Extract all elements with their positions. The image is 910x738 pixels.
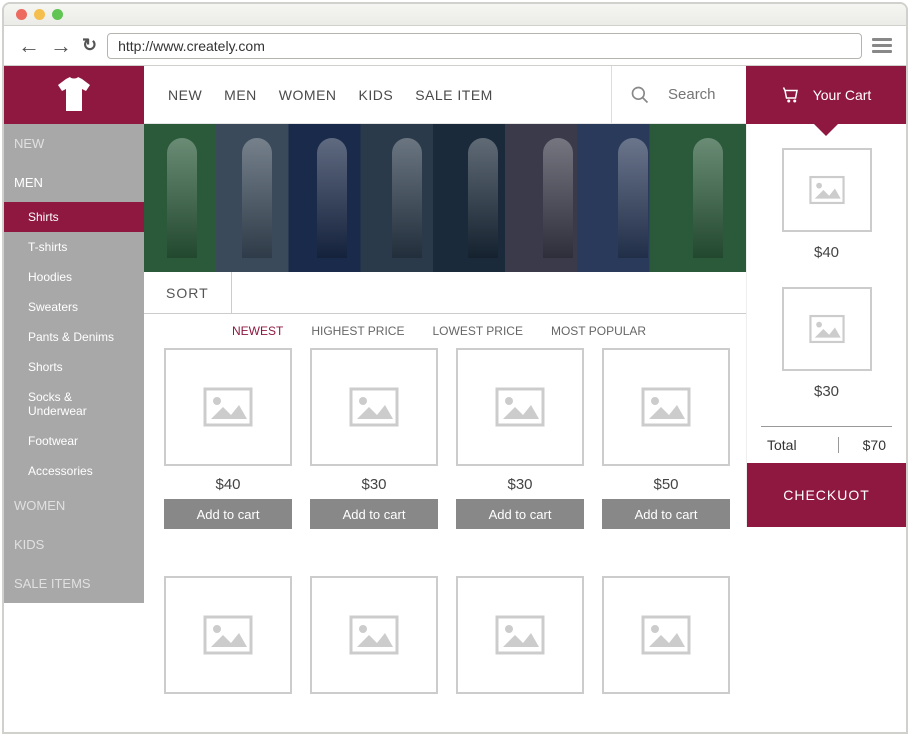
forward-button[interactable]: → [50, 33, 72, 59]
product-card: $50 Add to cart [602, 348, 730, 558]
nav-women[interactable]: WOMEN [279, 87, 337, 103]
cart-item-image[interactable] [782, 287, 872, 371]
cart-pointer [814, 124, 838, 136]
cart-item-image[interactable] [782, 148, 872, 232]
sidebar-item-kids[interactable]: KIDS [4, 525, 144, 564]
cart-item-price: $30 [814, 383, 839, 400]
back-button[interactable]: ← [18, 33, 40, 59]
image-placeholder-icon [641, 387, 691, 427]
product-card: $30 Add to cart [310, 348, 438, 558]
sidebar-submenu: Shirts T-shirts Hoodies Sweaters Pants &… [4, 202, 144, 486]
sidebar-sub-footwear[interactable]: Footwear [4, 426, 144, 456]
sidebar-item-women[interactable]: WOMEN [4, 486, 144, 525]
image-placeholder-icon [809, 314, 845, 344]
top-navigation: NEW MEN WOMEN KIDS SALE ITEM [144, 66, 746, 124]
nav-new[interactable]: NEW [168, 87, 202, 103]
product-card: $30 Add to cart [456, 348, 584, 558]
sort-highest-price[interactable]: HIGHEST PRICE [311, 324, 404, 338]
product-price: $50 [653, 476, 678, 493]
sort-bar: SORT [144, 272, 746, 314]
cart-item-price: $40 [814, 244, 839, 261]
sidebar-sub-shirts[interactable]: Shirts [4, 202, 144, 232]
search-icon [630, 85, 650, 105]
tshirt-icon [54, 75, 94, 115]
cart-item: $40 [747, 148, 906, 261]
sort-label: SORT [144, 272, 232, 313]
add-to-cart-button[interactable]: Add to cart [164, 499, 292, 529]
image-placeholder-icon [641, 615, 691, 655]
product-card [602, 576, 730, 723]
product-card: $40 Add to cart [164, 348, 292, 558]
sort-options: NEWEST HIGHEST PRICE LOWEST PRICE MOST P… [144, 324, 746, 338]
total-label: Total [767, 437, 797, 453]
product-grid: $40 Add to cart $30 Add to cart $30 Add to ca… [144, 338, 746, 732]
sidebar-sub-socks[interactable]: Socks & Underwear [4, 382, 144, 426]
add-to-cart-button[interactable]: Add to cart [310, 499, 438, 529]
image-placeholder-icon [809, 175, 845, 205]
product-image[interactable] [456, 576, 584, 694]
cart-panel: $40 $30 Total $70 CHECKUOT [746, 124, 906, 527]
add-to-cart-button[interactable]: Add to cart [456, 499, 584, 529]
hero-banner [144, 124, 746, 272]
total-value: $70 [838, 437, 886, 453]
image-placeholder-icon [203, 615, 253, 655]
nav-kids[interactable]: KIDS [359, 87, 394, 103]
sidebar-sub-pants[interactable]: Pants & Denims [4, 322, 144, 352]
cart-item: $30 [747, 287, 906, 400]
product-image[interactable] [456, 348, 584, 466]
browser-toolbar: ← → ↻ http://www.creately.com [4, 26, 906, 66]
sort-newest[interactable]: NEWEST [232, 324, 283, 338]
image-placeholder-icon [349, 615, 399, 655]
minimize-window-button[interactable] [34, 9, 45, 20]
product-price: $30 [361, 476, 386, 493]
product-price: $30 [507, 476, 532, 493]
product-card [164, 576, 292, 723]
cart-label: Your Cart [813, 87, 872, 103]
product-image[interactable] [310, 576, 438, 694]
nav-men[interactable]: MEN [224, 87, 257, 103]
image-placeholder-icon [495, 387, 545, 427]
cart-total-row: Total $70 [761, 426, 892, 463]
sidebar-item-sale[interactable]: SALE ITEMS [4, 564, 144, 603]
product-price: $40 [215, 476, 240, 493]
image-placeholder-icon [349, 387, 399, 427]
checkout-button[interactable]: CHECKUOT [747, 463, 906, 527]
product-image[interactable] [164, 576, 292, 694]
site-logo[interactable] [4, 66, 144, 124]
image-placeholder-icon [203, 387, 253, 427]
reload-button[interactable]: ↻ [82, 35, 97, 56]
sidebar-sub-sweaters[interactable]: Sweaters [4, 292, 144, 322]
sidebar-item-new[interactable]: NEW [4, 124, 144, 163]
product-image[interactable] [602, 576, 730, 694]
product-card [310, 576, 438, 723]
product-card [456, 576, 584, 723]
menu-button[interactable] [872, 38, 892, 53]
maximize-window-button[interactable] [52, 9, 63, 20]
cart-header[interactable]: Your Cart [746, 66, 906, 124]
category-sidebar: NEW MEN Shirts T-shirts Hoodies Sweaters… [4, 124, 144, 603]
search-input[interactable] [668, 86, 728, 103]
sidebar-item-men[interactable]: MEN [4, 163, 144, 202]
sidebar-sub-accessories[interactable]: Accessories [4, 456, 144, 486]
url-input[interactable]: http://www.creately.com [107, 33, 862, 59]
nav-sale[interactable]: SALE ITEM [415, 87, 493, 103]
sort-most-popular[interactable]: MOST POPULAR [551, 324, 646, 338]
product-image[interactable] [310, 348, 438, 466]
window-titlebar [4, 4, 906, 26]
sidebar-sub-hoodies[interactable]: Hoodies [4, 262, 144, 292]
cart-icon [781, 86, 801, 104]
product-image[interactable] [602, 348, 730, 466]
product-image[interactable] [164, 348, 292, 466]
sort-lowest-price[interactable]: LOWEST PRICE [432, 324, 522, 338]
image-placeholder-icon [495, 615, 545, 655]
sidebar-sub-shorts[interactable]: Shorts [4, 352, 144, 382]
close-window-button[interactable] [16, 9, 27, 20]
add-to-cart-button[interactable]: Add to cart [602, 499, 730, 529]
sidebar-sub-tshirts[interactable]: T-shirts [4, 232, 144, 262]
